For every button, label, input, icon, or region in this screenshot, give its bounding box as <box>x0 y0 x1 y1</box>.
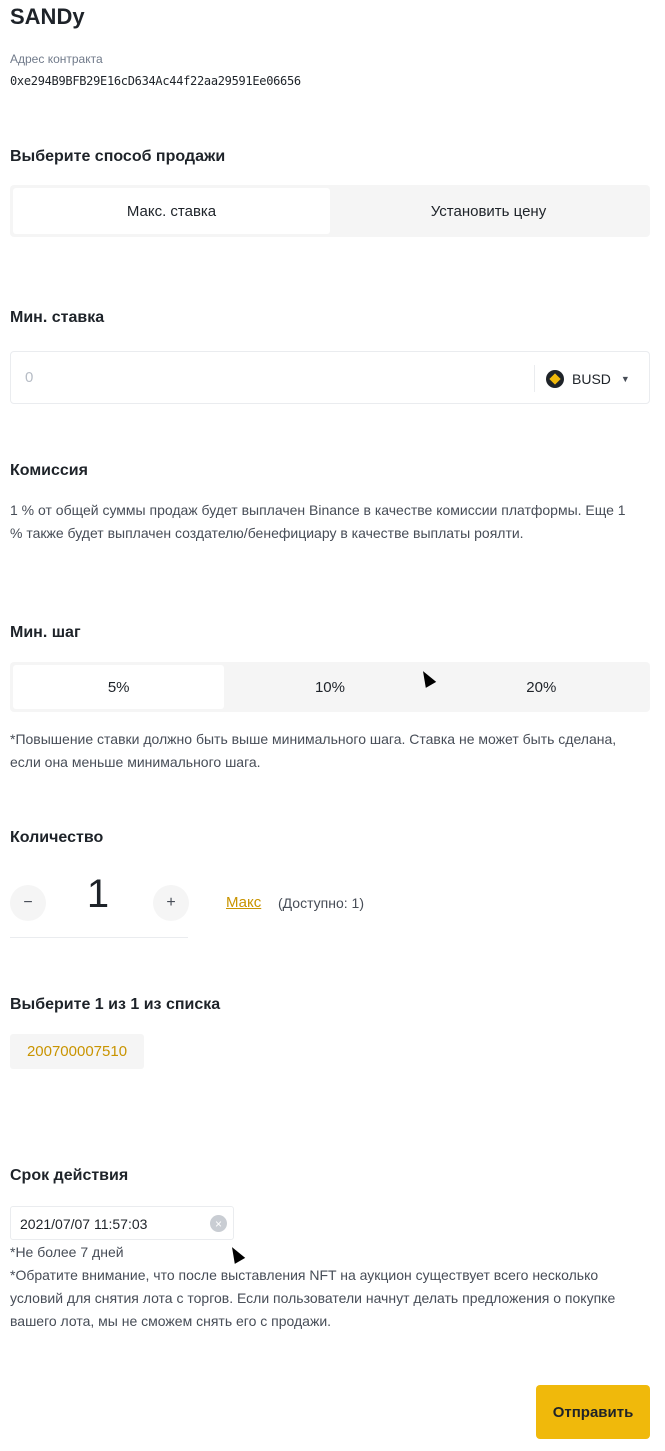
min-bid-input[interactable]: 0 <box>25 369 33 386</box>
sale-method-heading: Выберите способ продажи <box>10 148 226 165</box>
available-count: (Доступно: 1) <box>278 895 364 911</box>
contract-address: 0xe294B9BFB29E16cD634Ac44f22aa29591Ee066… <box>10 74 301 88</box>
nft-title: SANDy <box>10 4 85 29</box>
field-divider <box>534 365 535 392</box>
commission-text: 1 % от общей суммы продаж будет выплачен… <box>10 502 626 541</box>
validity-note-long: *Обратите внимание, что после выставлени… <box>10 1267 616 1329</box>
nft-item-chip[interactable]: 200700007510 <box>10 1034 144 1069</box>
sale-method-selector: Макс. ставка Установить цену <box>10 185 650 237</box>
quantity-underline <box>10 937 188 938</box>
quantity-value[interactable]: 1 <box>80 872 116 917</box>
validity-heading: Срок действия <box>10 1167 129 1184</box>
quantity-heading: Количество <box>10 829 104 846</box>
min-bid-heading: Мин. ставка <box>10 309 105 326</box>
datetime-value[interactable]: 2021/07/07 11:57:03 <box>20 1216 147 1232</box>
min-step-heading: Мин. шаг <box>10 624 81 641</box>
mouse-cursor-icon <box>226 1244 246 1264</box>
contract-label: Адрес контракта <box>10 52 103 66</box>
validity-note-short: *Не более 7 дней <box>10 1244 124 1260</box>
busd-coin-icon <box>546 369 564 388</box>
increment-button[interactable]: + <box>153 885 189 921</box>
chevron-down-icon: ▼ <box>620 373 630 384</box>
step-option-5[interactable]: 5% <box>13 665 225 709</box>
currency-select[interactable]: BUSD ▼ <box>546 352 630 405</box>
commission-heading: Комиссия <box>10 462 88 479</box>
max-link[interactable]: Макс <box>226 894 261 911</box>
min-step-note: *Повышение ставки должно быть выше миним… <box>10 731 617 770</box>
decrement-button[interactable]: − <box>10 885 46 921</box>
tab-set-price[interactable]: Установить цену <box>330 188 647 234</box>
submit-button[interactable]: Отправить <box>536 1385 650 1439</box>
tab-max-bid[interactable]: Макс. ставка <box>13 188 330 234</box>
min-step-selector: 5% 10% 20% <box>10 662 650 712</box>
selection-heading: Выберите 1 из 1 из списка <box>10 996 221 1013</box>
step-option-20[interactable]: 20% <box>436 665 647 709</box>
date-picker[interactable]: 2021/07/07 11:57:03 × <box>10 1206 234 1240</box>
step-option-10[interactable]: 10% <box>224 665 435 709</box>
min-bid-field[interactable]: 0 BUSD ▼ <box>10 351 650 404</box>
currency-label: BUSD <box>572 370 611 387</box>
clear-icon[interactable]: × <box>210 1215 227 1232</box>
